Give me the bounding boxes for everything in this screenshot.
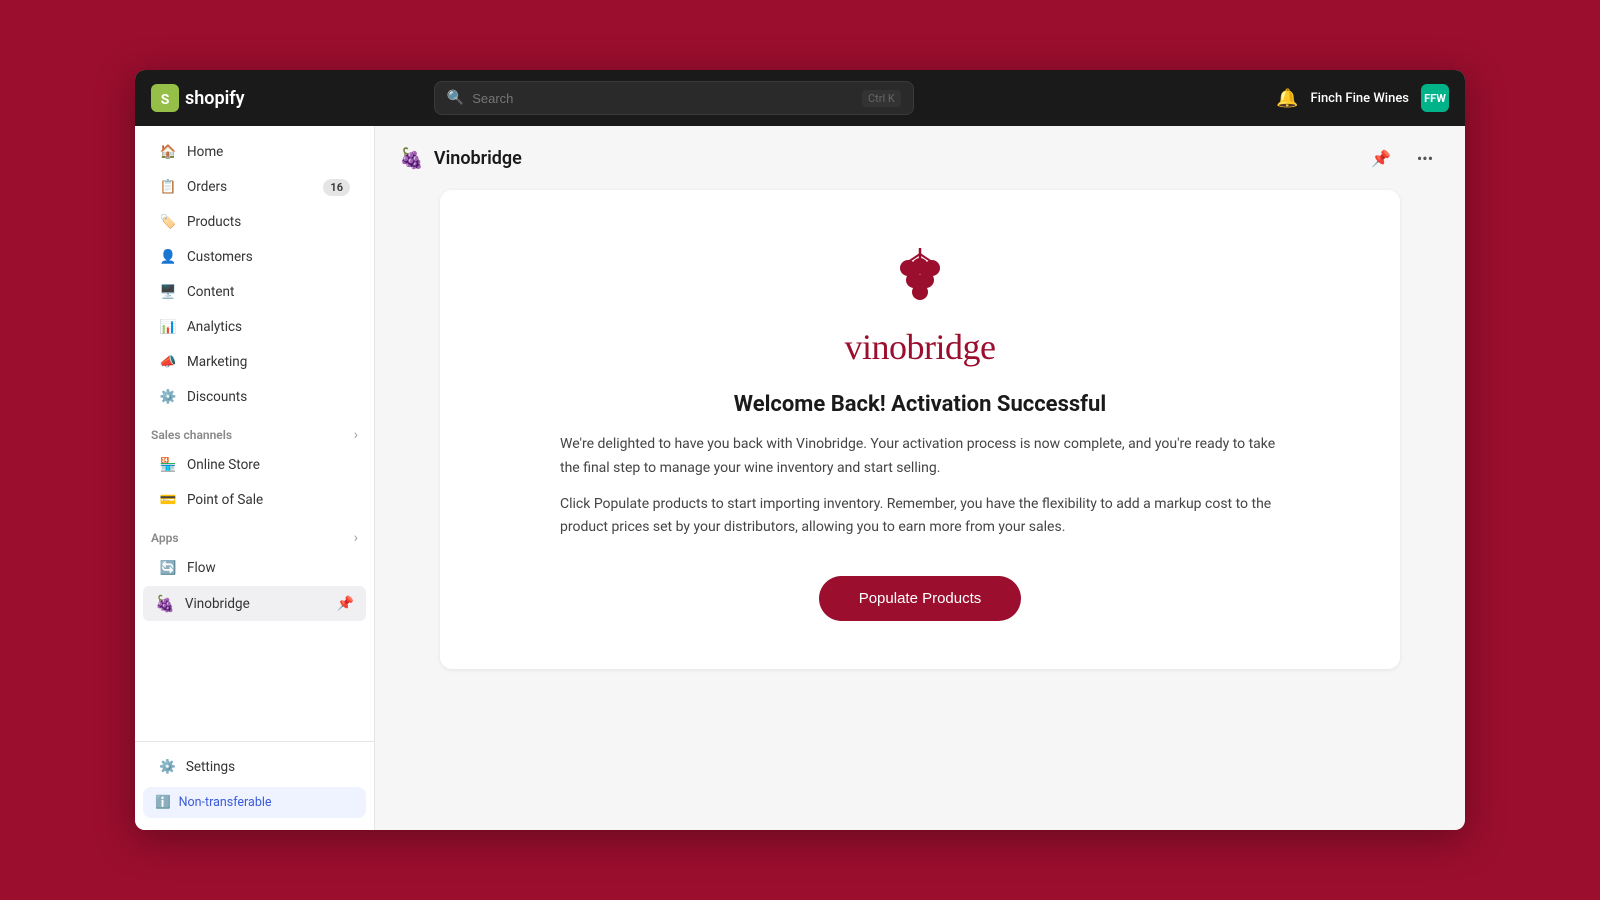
info-icon: ℹ️ — [155, 795, 171, 810]
vinobridge-logo: vinobridge — [480, 238, 1360, 368]
sidebar-item-customers[interactable]: 👤 Customers — [143, 240, 366, 274]
shopify-logo-text: shopify — [185, 88, 245, 109]
sidebar-item-label: Home — [187, 144, 223, 160]
store-name: Finch Fine Wines — [1310, 91, 1409, 106]
home-icon: 🏠 — [159, 143, 177, 161]
welcome-card: vinobridge Welcome Back! Activation Succ… — [440, 190, 1400, 669]
sidebar-item-label: Flow — [187, 560, 216, 576]
non-transferable-item[interactable]: ℹ️ Non-transferable — [143, 787, 366, 818]
sidebar-item-label: Analytics — [187, 319, 242, 335]
search-input[interactable] — [472, 91, 854, 106]
welcome-description-1: We're delighted to have you back with Vi… — [560, 433, 1280, 481]
sidebar-item-label: Point of Sale — [187, 492, 263, 508]
svg-text:S: S — [161, 92, 170, 108]
sales-channels-label: Sales channels › — [135, 415, 374, 447]
sidebar-item-point-of-sale[interactable]: 💳 Point of Sale — [143, 483, 366, 517]
sidebar: 🏠 Home 📋 Orders 16 🏷️ Products 👤 Cu — [135, 126, 375, 830]
sidebar-nav: 🏠 Home 📋 Orders 16 🏷️ Products 👤 Cu — [135, 126, 374, 741]
content-area: 🍇 Vinobridge 📌 ••• — [375, 126, 1465, 830]
settings-icon: ⚙️ — [159, 759, 176, 775]
nav-right: 🔔 Finch Fine Wines FFW — [1276, 84, 1449, 112]
vinobridge-grape-icon: 🍇 — [155, 594, 175, 613]
customers-icon: 👤 — [159, 248, 177, 266]
sidebar-item-products[interactable]: 🏷️ Products — [143, 205, 366, 239]
sidebar-item-label: Content — [187, 284, 234, 300]
sidebar-item-label: Customers — [187, 249, 253, 265]
page-grape-icon: 🍇 — [399, 146, 424, 170]
sidebar-item-label: Vinobridge — [185, 596, 250, 612]
chevron-right-icon: › — [354, 427, 358, 443]
page-header: 🍇 Vinobridge 📌 ••• — [399, 142, 1441, 174]
main-layout: 🏠 Home 📋 Orders 16 🏷️ Products 👤 Cu — [135, 126, 1465, 830]
shopify-logo[interactable]: S shopify — [151, 84, 245, 112]
header-actions: 📌 ••• — [1365, 142, 1441, 174]
sidebar-item-label: Online Store — [187, 457, 260, 473]
top-nav: S shopify 🔍 Ctrl K 🔔 Finch Fine Wines FF… — [135, 70, 1465, 126]
search-shortcut: Ctrl K — [862, 90, 901, 107]
discounts-icon: ⚙️ — [159, 388, 177, 406]
sidebar-item-vinobridge[interactable]: 🍇 Vinobridge 📌 — [143, 586, 366, 621]
sidebar-item-label: Marketing — [187, 354, 247, 370]
populate-products-button[interactable]: Populate Products — [819, 576, 1022, 621]
non-transferable-label: Non-transferable — [179, 795, 272, 810]
orders-icon: 📋 — [159, 178, 177, 196]
marketing-icon: 📣 — [159, 353, 177, 371]
welcome-description-2: Click Populate products to start importi… — [560, 493, 1280, 541]
grape-svg-icon — [880, 238, 960, 318]
orders-badge: 16 — [323, 179, 350, 196]
flow-icon: 🔄 — [159, 559, 177, 577]
analytics-icon: 📊 — [159, 318, 177, 336]
online-store-icon: 🏪 — [159, 456, 177, 474]
sidebar-item-marketing[interactable]: 📣 Marketing — [143, 345, 366, 379]
page-title: Vinobridge — [434, 148, 522, 169]
settings-label: Settings — [186, 759, 235, 775]
sidebar-item-content[interactable]: 🖥️ Content — [143, 275, 366, 309]
search-icon: 🔍 — [447, 90, 464, 106]
brand-name: vinobridge — [845, 326, 996, 368]
sidebar-item-label: Discounts — [187, 389, 247, 405]
pin-icon[interactable]: 📌 — [337, 596, 354, 612]
more-options-button[interactable]: ••• — [1409, 142, 1441, 174]
sidebar-item-flow[interactable]: 🔄 Flow — [143, 551, 366, 585]
welcome-title: Welcome Back! Activation Successful — [480, 392, 1360, 417]
sidebar-item-label: Products — [187, 214, 241, 230]
pin-button[interactable]: 📌 — [1365, 142, 1397, 174]
store-avatar[interactable]: FFW — [1421, 84, 1449, 112]
sidebar-bottom: ⚙️ Settings ℹ️ Non-transferable — [135, 741, 374, 830]
app-window: S shopify 🔍 Ctrl K 🔔 Finch Fine Wines FF… — [135, 70, 1465, 830]
apps-label: Apps › — [135, 518, 374, 550]
sidebar-item-online-store[interactable]: 🏪 Online Store — [143, 448, 366, 482]
sidebar-item-orders[interactable]: 📋 Orders 16 — [143, 170, 366, 204]
search-bar[interactable]: 🔍 Ctrl K — [434, 81, 914, 115]
sidebar-item-label: Orders — [187, 179, 227, 195]
bell-icon[interactable]: 🔔 — [1276, 88, 1298, 109]
sidebar-item-settings[interactable]: ⚙️ Settings — [143, 751, 366, 783]
chevron-right-icon: › — [354, 530, 358, 546]
content-icon: 🖥️ — [159, 283, 177, 301]
products-icon: 🏷️ — [159, 213, 177, 231]
sidebar-item-home[interactable]: 🏠 Home — [143, 135, 366, 169]
pos-icon: 💳 — [159, 491, 177, 509]
sidebar-item-discounts[interactable]: ⚙️ Discounts — [143, 380, 366, 414]
page-header-left: 🍇 Vinobridge — [399, 146, 522, 170]
sidebar-item-analytics[interactable]: 📊 Analytics — [143, 310, 366, 344]
